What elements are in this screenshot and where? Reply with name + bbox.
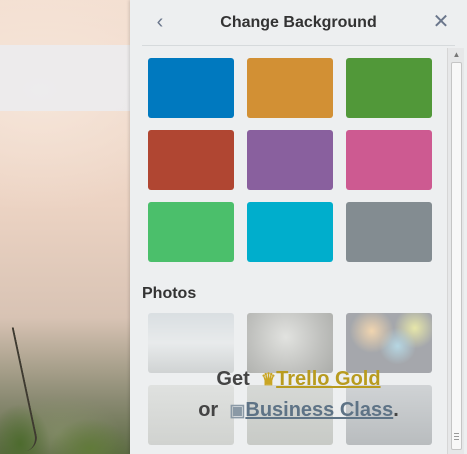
- close-icon[interactable]: ✕: [431, 12, 451, 32]
- crown-icon: ♛: [260, 370, 277, 389]
- scrollbar-thumb[interactable]: [451, 62, 462, 450]
- swatch-orange[interactable]: [247, 58, 333, 118]
- upsell-period: .: [393, 399, 399, 421]
- swatch-green[interactable]: [346, 58, 432, 118]
- swatch-purple[interactable]: [247, 130, 333, 190]
- business-class-link[interactable]: Business Class: [245, 399, 393, 421]
- swatch-pink[interactable]: [346, 130, 432, 190]
- upsell-line-business: or ▣Business Class.: [142, 395, 455, 426]
- swatch-sky[interactable]: [247, 202, 333, 262]
- board-header-bar: [0, 45, 135, 111]
- panel-scrollbar[interactable]: ▲: [447, 48, 464, 454]
- scroll-up-arrow-icon[interactable]: ▲: [450, 50, 463, 60]
- swatch-blue[interactable]: [148, 58, 234, 118]
- swatch-lime[interactable]: [148, 202, 234, 262]
- panel-title: Change Background: [220, 14, 377, 31]
- trello-gold-link[interactable]: Trello Gold: [276, 368, 380, 390]
- panel-header: ‹ Change Background ✕: [142, 0, 455, 46]
- scrollbar-grip: [454, 433, 459, 434]
- upsell-line-gold: Get ♛Trello Gold: [142, 364, 455, 395]
- briefcase-icon: ▣: [229, 401, 246, 420]
- upgrade-upsell: Get ♛Trello Gold or ▣Business Class.: [142, 364, 455, 426]
- photos-heading: Photos: [142, 285, 197, 302]
- upsell-get-text: Get: [216, 368, 250, 390]
- upsell-or-text: or: [198, 399, 219, 421]
- change-background-panel: ‹ Change Background ✕ Photos Get ♛Trello…: [130, 0, 467, 454]
- color-swatch-grid: [148, 58, 432, 262]
- swatch-grey[interactable]: [346, 202, 432, 262]
- swatch-red[interactable]: [148, 130, 234, 190]
